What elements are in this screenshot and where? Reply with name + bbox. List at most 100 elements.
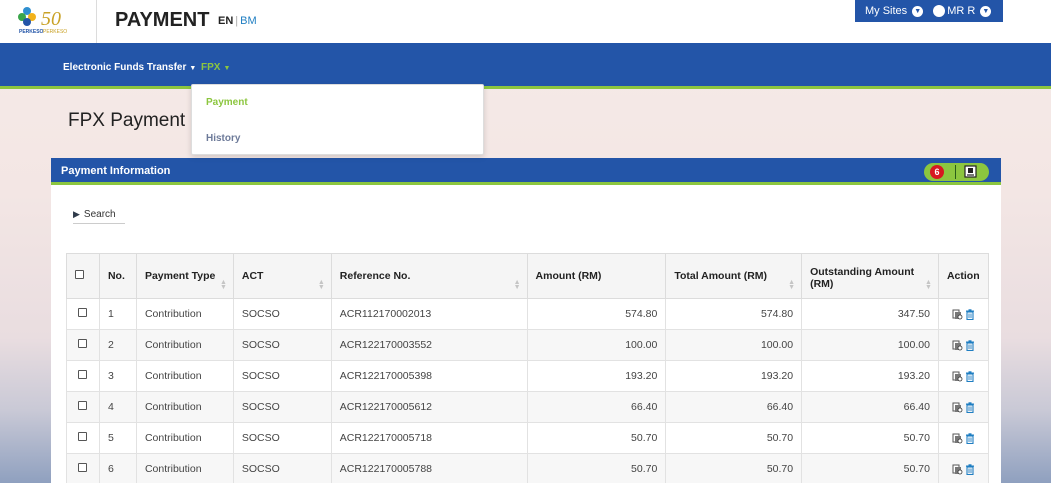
col-total-amount[interactable]: Total Amount (RM) ▲ ▼ <box>665 253 803 299</box>
payment-table: No. Payment Type ▲ ▼ ACT ▲ ▼ Reference No. ▲ ▼… <box>66 253 990 483</box>
cell-reference-no: ACR122170005788 <box>330 453 528 483</box>
cell-act: SOCSO <box>232 453 332 483</box>
select-all-checkbox[interactable] <box>75 270 84 279</box>
my-sites-menu[interactable]: My Sites <box>865 5 907 17</box>
cell-act: SOCSO <box>232 422 332 454</box>
panel-tools: 6 <box>924 163 989 181</box>
notification-badge[interactable]: 6 <box>930 165 944 179</box>
cell-reference-no: ACR122170005398 <box>330 360 528 392</box>
cell-payment-type: Contribution <box>135 329 234 361</box>
perkeso-logo[interactable]: PERKESO 50 PERKESO <box>17 3 81 37</box>
main-nav: Electronic Funds Transfer ▼ FPX ▼ <box>0 43 1051 89</box>
caret-down-icon: ▼ <box>223 65 231 72</box>
nav-fpx[interactable]: FPX ▼ <box>201 62 230 73</box>
col-amount: Amount (RM) <box>526 253 667 299</box>
cell-outstanding-amount: 347.50 <box>801 298 939 330</box>
cell-amount: 574.80 <box>526 298 667 330</box>
row-select-cell <box>66 298 100 330</box>
row-checkbox[interactable] <box>78 432 88 441</box>
col-outstanding-amount[interactable]: Outstanding Amount (RM) ▲ ▼ <box>801 253 939 299</box>
delete-icon[interactable] <box>965 401 975 413</box>
nav-electronic-funds-transfer[interactable]: Electronic Funds Transfer ▼ <box>63 62 196 73</box>
view-document-icon[interactable] <box>952 432 963 444</box>
cell-outstanding-amount: 50.70 <box>801 422 939 454</box>
cell-payment-type: Contribution <box>135 422 234 454</box>
col-label: Total Amount (RM) <box>674 270 768 282</box>
cell-act: SOCSO <box>232 391 332 423</box>
cell-act: SOCSO <box>232 360 332 392</box>
cell-payment-type: Contribution <box>135 453 234 483</box>
row-select-cell <box>66 360 100 392</box>
cell-outstanding-amount: 100.00 <box>801 329 939 361</box>
cell-outstanding-amount: 66.40 <box>801 391 939 423</box>
row-select-cell <box>66 391 100 423</box>
cell-payment-type: Contribution <box>135 360 234 392</box>
payment-information-panel: Payment Information 6 ▶ Search No. Paymen… <box>51 158 1001 483</box>
sort-icon[interactable]: ▲ ▼ <box>514 279 521 291</box>
cell-total-amount: 100.00 <box>665 329 803 361</box>
header-divider <box>96 0 97 43</box>
cell-total-amount: 574.80 <box>665 298 803 330</box>
sort-icon[interactable]: ▲ ▼ <box>788 279 795 291</box>
cell-reference-no: ACR122170005612 <box>330 391 528 423</box>
col-reference-no[interactable]: Reference No. ▲ ▼ <box>330 253 528 299</box>
col-act[interactable]: ACT ▲ ▼ <box>232 253 332 299</box>
chevron-down-icon[interactable]: ▼ <box>912 5 924 17</box>
cell-action <box>937 453 990 483</box>
svg-text:PERKESO: PERKESO <box>43 29 67 35</box>
svg-text:50: 50 <box>41 8 61 30</box>
fpx-dropdown-menu: Payment History <box>191 84 484 155</box>
svg-text:PERKESO: PERKESO <box>19 29 44 35</box>
row-select-cell <box>66 453 100 483</box>
view-document-icon[interactable] <box>952 401 963 413</box>
export-icon[interactable] <box>964 165 977 178</box>
nav-item-label: FPX <box>201 62 221 73</box>
cell-no: 1 <box>98 298 137 330</box>
view-document-icon[interactable] <box>952 308 963 320</box>
sort-icon[interactable]: ▲ ▼ <box>220 279 227 291</box>
cell-no: 4 <box>98 391 137 423</box>
cell-no: 2 <box>98 329 137 361</box>
search-label: Search <box>83 209 116 220</box>
user-avatar-icon[interactable] <box>933 5 946 17</box>
col-payment-type[interactable]: Payment Type ▲ ▼ <box>135 253 234 299</box>
cell-action <box>937 360 990 392</box>
delete-icon[interactable] <box>965 432 975 444</box>
user-menu[interactable]: MR R <box>947 5 975 17</box>
view-document-icon[interactable] <box>952 339 963 351</box>
delete-icon[interactable] <box>965 308 975 320</box>
row-checkbox[interactable] <box>78 463 88 472</box>
chevron-down-icon[interactable]: ▼ <box>980 5 992 17</box>
cell-amount: 193.20 <box>526 360 667 392</box>
sort-icon[interactable]: ▲ ▼ <box>318 279 325 291</box>
cell-action <box>937 422 990 454</box>
sort-icon[interactable]: ▲ ▼ <box>925 279 932 291</box>
row-checkbox[interactable] <box>78 308 88 317</box>
lang-en-link[interactable]: EN <box>218 15 233 27</box>
delete-icon[interactable] <box>965 463 975 475</box>
menu-item-history[interactable]: History <box>206 133 240 144</box>
table-row: 4 Contribution SOCSO ACR122170005612 66.40 66… <box>66 391 990 423</box>
row-checkbox[interactable] <box>78 401 88 410</box>
delete-icon[interactable] <box>965 339 975 351</box>
cell-outstanding-amount: 50.70 <box>801 453 939 483</box>
col-no: No. <box>98 253 137 299</box>
cell-amount: 100.00 <box>526 329 667 361</box>
view-document-icon[interactable] <box>952 370 963 382</box>
table-row: 3 Contribution SOCSO ACR122170005398 193.20 1… <box>66 360 990 392</box>
cell-total-amount: 66.40 <box>665 391 803 423</box>
delete-icon[interactable] <box>965 370 975 382</box>
app-title: PAYMENT <box>115 9 210 31</box>
col-action: Action <box>937 253 990 299</box>
top-right-menu: My Sites ▼ MR R ▼ <box>855 0 1003 22</box>
lang-bm-link[interactable]: BM <box>240 15 257 27</box>
search-toggle[interactable]: ▶ Search <box>73 209 125 224</box>
cell-no: 6 <box>98 453 137 483</box>
cell-no: 5 <box>98 422 137 454</box>
menu-item-payment[interactable]: Payment <box>206 97 248 108</box>
row-checkbox[interactable] <box>78 370 88 379</box>
cell-action <box>937 329 990 361</box>
cell-no: 3 <box>98 360 137 392</box>
view-document-icon[interactable] <box>952 463 963 475</box>
row-checkbox[interactable] <box>78 339 88 348</box>
